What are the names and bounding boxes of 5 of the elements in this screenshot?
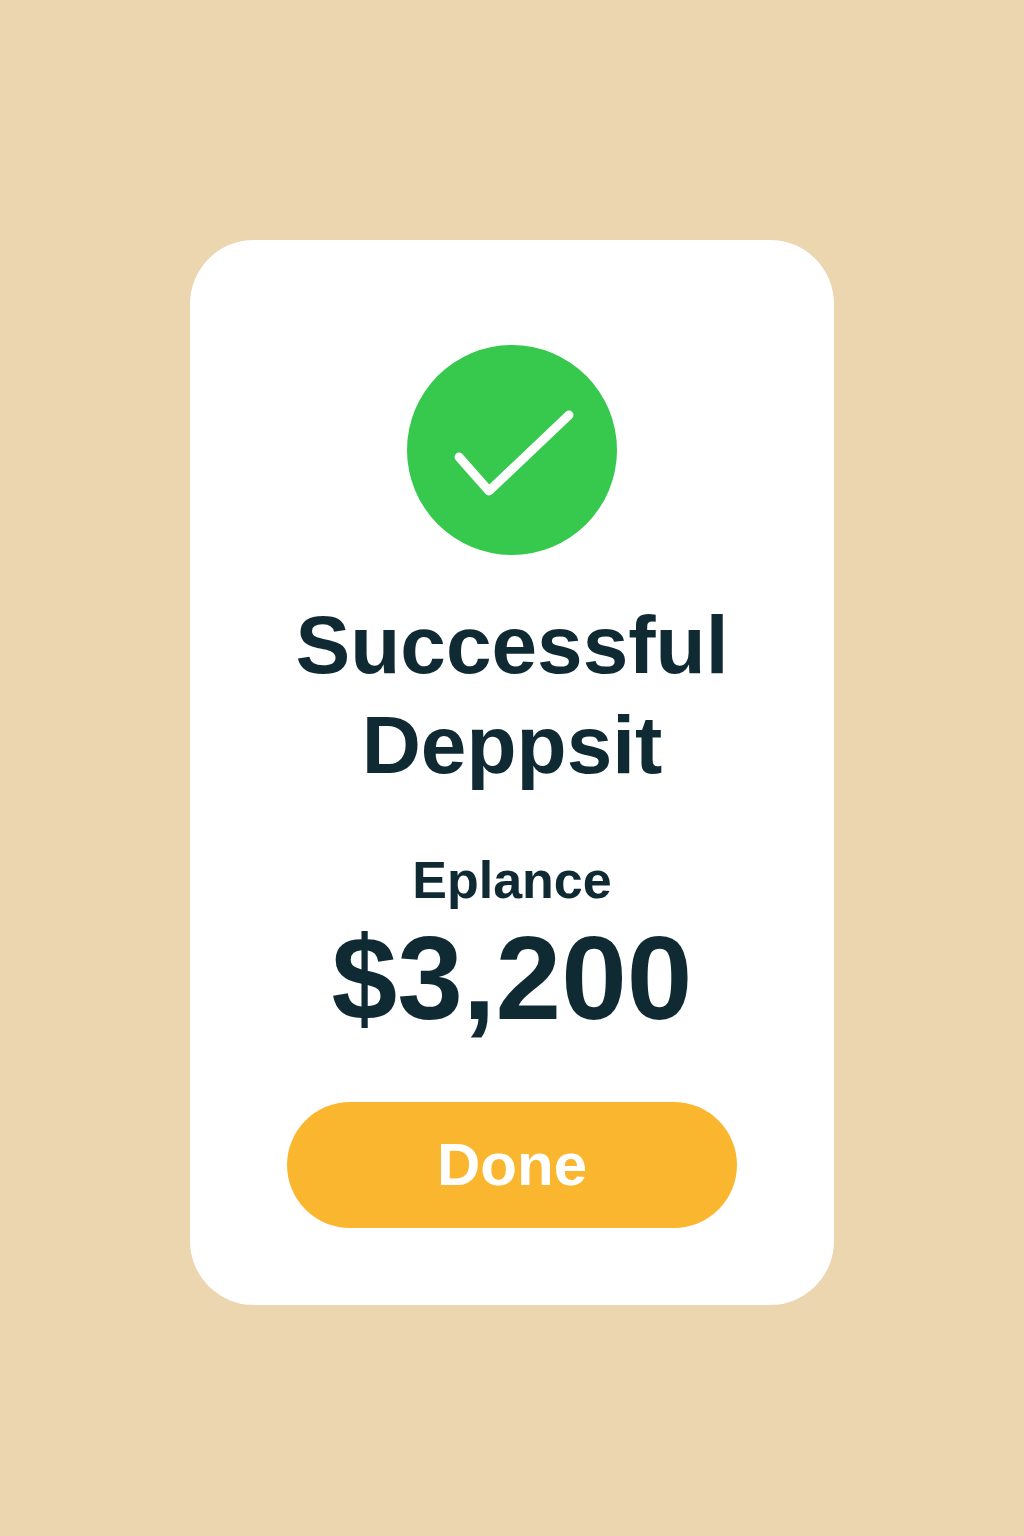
balance-amount: $3,200 xyxy=(330,911,694,1046)
check-icon xyxy=(407,345,617,555)
success-title: Successful Deppsit xyxy=(294,598,730,792)
balance-label: Eplance xyxy=(412,850,612,910)
done-button[interactable]: Done xyxy=(287,1102,737,1228)
